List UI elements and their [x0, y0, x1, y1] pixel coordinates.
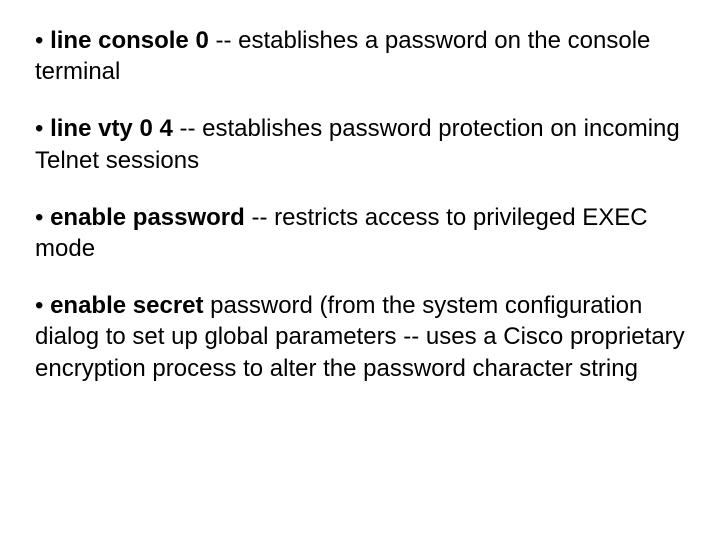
command-bold: line console 0 [50, 27, 209, 54]
command-bold: enable password [50, 204, 245, 231]
bullet-item-line-console: • line console 0 -- establishes a passwo… [35, 25, 685, 87]
bullet-marker: • [35, 292, 50, 319]
bullet-marker: • [35, 204, 50, 231]
bullet-marker: • [35, 27, 50, 54]
bullet-marker: • [35, 115, 50, 142]
bullet-item-line-vty: • line vty 0 4 -- establishes password p… [35, 113, 685, 175]
bullet-item-enable-password: • enable password -- restricts access to… [35, 202, 685, 264]
command-bold: line vty 0 4 [50, 115, 173, 142]
bullet-item-enable-secret: • enable secret password (from the syste… [35, 290, 685, 384]
command-bold: enable secret [50, 292, 203, 319]
